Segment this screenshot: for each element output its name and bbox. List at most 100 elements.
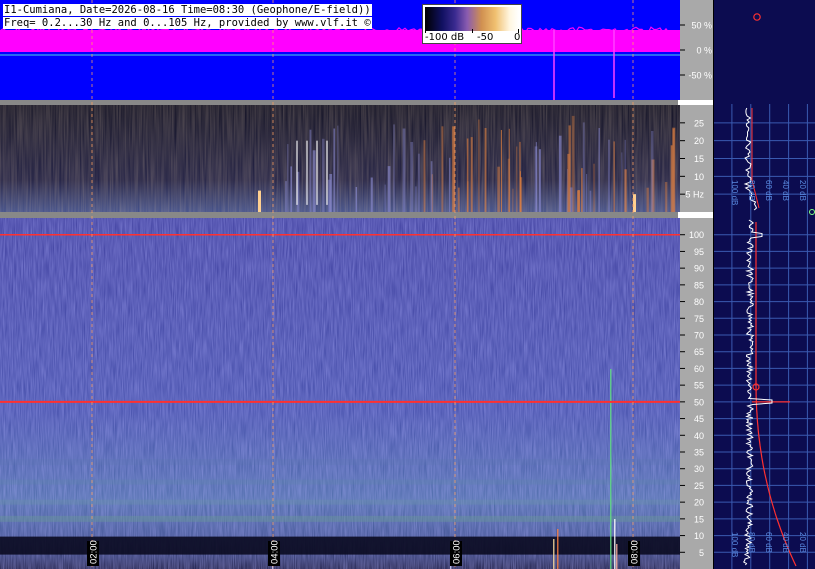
colorbar-gradient: [425, 7, 519, 31]
profile-border: [713, 0, 714, 569]
spectrum-streak: [614, 519, 616, 569]
colorbar: -100 dB -50 0: [422, 4, 522, 44]
low-streak: [577, 190, 580, 212]
chart-subtitle: Freq= 0.2...30 Hz and 0...105 Hz, provid…: [3, 17, 372, 29]
y-tick-label: 80: [694, 297, 704, 307]
low-frequency-spectrogram: [0, 105, 680, 212]
y-tick-label: 10: [694, 531, 704, 541]
time-tick: 08:00: [628, 540, 641, 566]
low-streak: [672, 129, 675, 212]
y-tick-label: 35: [694, 448, 704, 458]
y-tick-label: 30: [694, 464, 704, 474]
low-streak: [415, 186, 417, 212]
y-tick-label: 15: [694, 154, 704, 164]
time-label: 08:00: [630, 540, 641, 564]
low-streak: [624, 169, 627, 212]
low-streak: [535, 142, 538, 212]
low-streak: [322, 138, 325, 212]
low-streak: [520, 177, 523, 212]
profile-x-tick: 40 dB: [781, 180, 790, 201]
y-tick-label: 20: [694, 498, 704, 508]
y-tick-label: 20: [694, 136, 704, 146]
y-tick-label: 65: [694, 347, 704, 357]
low-streak: [457, 187, 460, 212]
low-streak: [478, 119, 480, 212]
spectrum-band: [0, 499, 680, 505]
y-tick-label: -50 %: [688, 71, 712, 81]
profile-x-label: 80 dB: [747, 532, 756, 553]
y-tick-label: 100: [689, 230, 704, 240]
time-tick: 02:00: [87, 540, 100, 566]
low-streak: [538, 149, 541, 212]
colorbar-label-mid: -50: [477, 32, 494, 43]
low-streak: [589, 190, 592, 212]
low-streak: [646, 187, 649, 212]
chart-title: I1-Cumiana, Date=2026-08-16 Time=08:30 (…: [3, 4, 372, 16]
profile-x-tick: 80 dB: [747, 532, 756, 553]
low-streak: [598, 128, 600, 212]
low-streak: [608, 139, 610, 212]
low-streak: [430, 161, 433, 212]
low-streak: [402, 128, 406, 212]
low-streak: [393, 124, 395, 212]
low-streak: [670, 145, 673, 212]
low-streak: [312, 150, 316, 212]
time-label: 06:00: [452, 540, 463, 564]
low-streak: [586, 174, 588, 212]
low-streak: [316, 140, 318, 205]
profile-x-label: 20 dB: [798, 532, 807, 553]
low-streak: [651, 131, 654, 212]
low-streak: [633, 194, 636, 212]
time-label: 02:00: [89, 540, 100, 564]
y-tick-label: 90: [694, 264, 704, 274]
magenta-band: [0, 30, 680, 52]
low-streak: [410, 142, 414, 212]
low-streak: [567, 153, 570, 212]
low-streak: [258, 190, 261, 212]
profile-x-tick: 100 dB: [730, 532, 739, 557]
axis-separator: [678, 100, 713, 105]
time-tick: 04:00: [268, 540, 281, 566]
low-streak: [287, 144, 289, 212]
low-streak: [326, 140, 328, 205]
spectrum-streak: [557, 529, 559, 569]
low-streak: [512, 188, 514, 212]
profile-x-tick: 60 dB: [764, 180, 773, 201]
profile-upper: 100 dB 80 dB 60 dB 40 dB 20 dB: [713, 104, 815, 213]
profile-x-label: 100 dB: [730, 532, 739, 557]
low-streak: [507, 158, 510, 212]
profile-x-tick: 60 dB: [764, 532, 773, 553]
profile-lower: 100 dB 80 dB 60 dB 40 dB 20 dB: [713, 213, 815, 569]
y-tick-label: 50 %: [691, 21, 712, 31]
low-streak: [441, 126, 444, 212]
y-tick-label: 15: [694, 514, 704, 524]
axis-separator: [678, 212, 713, 218]
y-tick-label: 60: [694, 364, 704, 374]
y-tick-label: 10: [694, 172, 704, 182]
time-tick: 06:00: [450, 540, 463, 566]
low-streak: [449, 157, 451, 212]
y-tick-label: 5: [699, 548, 704, 558]
separator: [0, 212, 680, 218]
spectrum-streak: [610, 369, 612, 569]
main-spectrogram: [0, 218, 680, 569]
spectrum-band: [0, 536, 680, 555]
low-streak: [467, 181, 469, 212]
profile-x-label: 20 dB: [798, 180, 807, 201]
profile-top: [713, 0, 815, 104]
y-tick-label: 5 Hz: [685, 190, 704, 200]
colorbar-label-max: 0: [514, 32, 521, 43]
spectrum-band: [0, 459, 680, 466]
low-streak: [593, 163, 595, 212]
y-tick-label: 55: [694, 381, 704, 391]
profile-x-label: 60 dB: [764, 180, 773, 201]
spectrum-streak: [553, 539, 555, 569]
profile-x-label: 100 dB: [730, 180, 739, 205]
low-streak: [621, 152, 623, 212]
y-tick-label: 50: [694, 397, 704, 407]
low-streak: [387, 166, 391, 212]
separator: [0, 100, 680, 105]
low-streak: [664, 182, 668, 212]
low-streak: [497, 166, 500, 212]
low-streak: [309, 129, 312, 212]
